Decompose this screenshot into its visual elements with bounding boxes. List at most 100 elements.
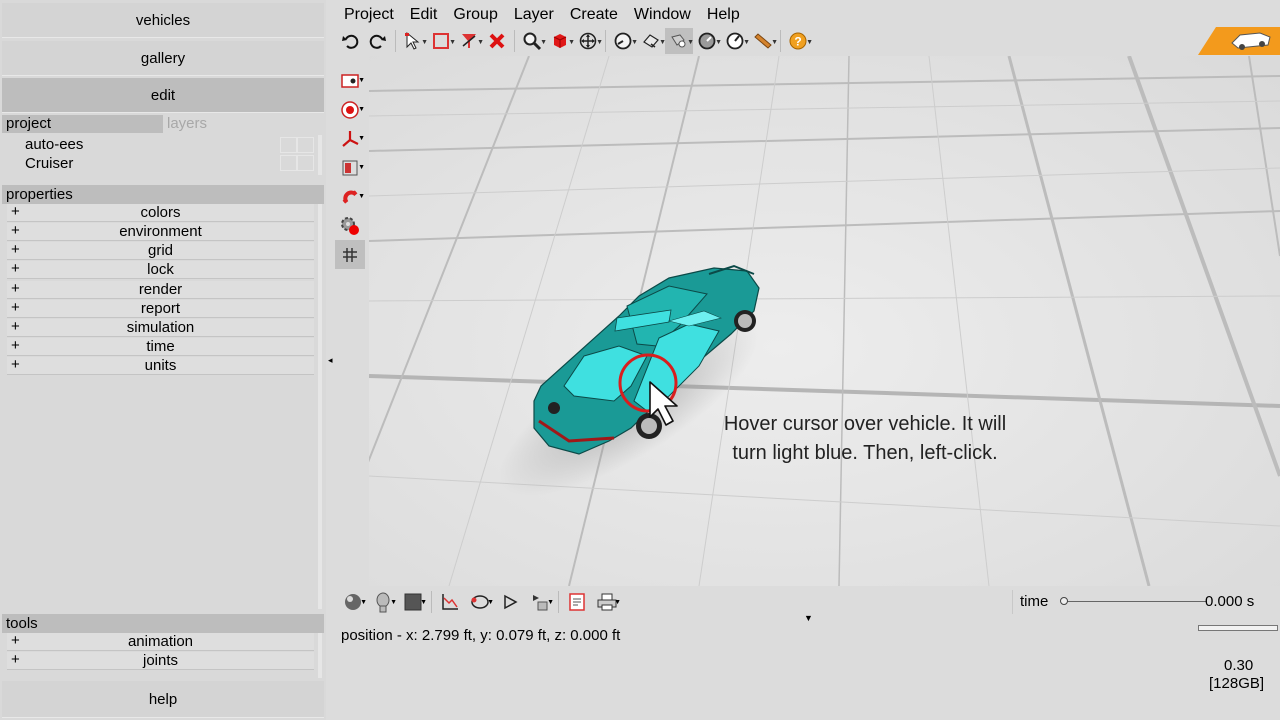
time-label: time [1020, 593, 1049, 610]
project-item-cruiser[interactable]: Cruiser [25, 155, 73, 172]
cursor-position-readout: position - x: 2.799 ft, y: 0.079 ft, z: … [341, 627, 621, 644]
vehicle-badge-icon [1198, 27, 1280, 55]
target-icon[interactable]: ▼ [335, 95, 365, 124]
head-icon[interactable]: ▼ [368, 589, 398, 615]
vertical-toolbar: ▼ ▼ ▼ ▼ ▼ [335, 66, 367, 269]
cube-icon[interactable]: ▼ [546, 28, 575, 54]
progress-bar [1198, 625, 1278, 631]
bottom-toolbar: ▼ ▼ ▼ ▼ ▼ ▼ [338, 588, 622, 616]
property-colors[interactable]: + colors [7, 203, 314, 222]
property-time[interactable]: + time [7, 337, 314, 356]
help-icon[interactable]: ? ▼ [784, 28, 813, 54]
lock-cell[interactable] [297, 137, 314, 153]
property-label: render [138, 281, 183, 298]
select-box-icon[interactable]: ▼ [427, 28, 456, 54]
select-arrow-icon[interactable]: ▼ [399, 28, 428, 54]
help-label: help [148, 690, 178, 708]
time-slider-handle[interactable] [1060, 597, 1068, 605]
property-units[interactable]: + units [7, 356, 314, 375]
light-icon[interactable]: ▼ [665, 28, 694, 54]
project-item-auto-ees[interactable]: auto-ees [25, 136, 83, 153]
tool-label: joints [142, 652, 179, 669]
report-icon[interactable] [562, 589, 592, 615]
visibility-cell[interactable] [280, 155, 297, 171]
tool-icon[interactable]: ▼ [749, 28, 778, 54]
time-value: 0.000 s [1205, 593, 1255, 610]
property-report[interactable]: + report [7, 299, 314, 318]
camera-icon[interactable]: ▼ [335, 66, 365, 95]
instruction-line-2: turn light blue. Then, left-click. [732, 442, 998, 464]
status-dropdown-icon[interactable]: ▼ [804, 613, 813, 623]
tab-layers[interactable]: layers [163, 115, 324, 133]
time-slider-track[interactable] [1063, 601, 1207, 602]
grid-icon[interactable] [335, 240, 365, 269]
menu-layer[interactable]: Layer [506, 4, 562, 26]
settings-record-icon[interactable] [335, 211, 365, 240]
left-panel: vehicles gallery edit project layers aut… [0, 0, 326, 720]
undo-icon[interactable] [336, 28, 364, 54]
gallery-label: gallery [140, 49, 186, 67]
property-label: colors [140, 204, 181, 221]
memory-label: [128GB] [1209, 675, 1265, 692]
menu-create[interactable]: Create [562, 4, 626, 26]
zoom-icon[interactable]: ▼ [518, 28, 547, 54]
menu-project[interactable]: Project [336, 4, 402, 26]
gauge-icon[interactable]: ▼ [693, 28, 722, 54]
vehicles-button[interactable]: vehicles [2, 3, 324, 38]
svg-text:?: ? [794, 35, 801, 49]
graph-icon[interactable] [435, 589, 465, 615]
angle-icon[interactable]: ▼ [721, 28, 750, 54]
property-render[interactable]: + render [7, 280, 314, 299]
surface-icon[interactable]: ▼ [637, 28, 666, 54]
sequence-icon[interactable]: ▼ [525, 589, 555, 615]
tab-project[interactable]: project [2, 115, 163, 133]
property-environment[interactable]: + environment [7, 222, 314, 241]
3d-viewport[interactable] [369, 56, 1280, 586]
wheel [548, 402, 560, 414]
properties-header: properties [2, 185, 324, 204]
filter-icon[interactable]: ▼ [455, 28, 484, 54]
floor [369, 56, 1280, 586]
measure-icon[interactable]: ▼ [609, 28, 638, 54]
print-icon[interactable]: ▼ [592, 589, 622, 615]
tool-label: animation [127, 633, 194, 650]
property-label: time [146, 338, 175, 355]
tools-header: tools [2, 614, 324, 633]
gallery-button[interactable]: gallery [2, 41, 324, 76]
delete-icon[interactable] [483, 28, 511, 54]
menu-edit[interactable]: Edit [402, 4, 446, 26]
collapse-panel-icon[interactable]: ◂ [328, 355, 333, 366]
version-label: 0.30 [1224, 657, 1254, 674]
property-label: report [140, 300, 181, 317]
menu-window[interactable]: Window [626, 4, 699, 26]
magnet-icon[interactable]: ▼ [335, 182, 365, 211]
menu-help[interactable]: Help [699, 4, 748, 26]
tool-joints[interactable]: + joints [7, 651, 314, 670]
edit-label: edit [150, 86, 176, 104]
property-label: units [144, 357, 177, 374]
door-icon[interactable]: ▼ [335, 153, 365, 182]
edit-button[interactable]: edit [2, 78, 324, 113]
vehicles-label: vehicles [135, 11, 191, 29]
axes-icon[interactable]: ▼ [335, 124, 365, 153]
property-simulation[interactable]: + simulation [7, 318, 314, 337]
pan-icon[interactable]: ▼ [574, 28, 603, 54]
sphere-icon[interactable]: ▼ [338, 589, 368, 615]
color-square-icon[interactable]: ▼ [398, 589, 428, 615]
lock-cell[interactable] [297, 155, 314, 171]
visibility-cell[interactable] [280, 137, 297, 153]
instruction-line-1: Hover cursor over vehicle. It will [723, 413, 1007, 435]
help-button[interactable]: help [2, 681, 324, 718]
property-label: simulation [126, 319, 195, 336]
redo-icon[interactable] [364, 28, 392, 54]
property-lock[interactable]: + lock [7, 260, 314, 279]
tool-animation[interactable]: + animation [7, 632, 314, 651]
menu-group[interactable]: Group [445, 4, 505, 26]
play-icon[interactable] [495, 589, 525, 615]
path-icon[interactable]: ▼ [465, 589, 495, 615]
tools-scrollbar[interactable] [318, 633, 322, 678]
project-scrollbar[interactable] [318, 135, 322, 175]
properties-scrollbar[interactable] [318, 204, 322, 609]
property-grid[interactable]: + grid [7, 241, 314, 260]
main-toolbar: ▼ ▼ ▼ ▼ ▼ ▼ ▼ ▼ ▼ ▼ ▼ ▼ ? ▼ [336, 28, 813, 54]
